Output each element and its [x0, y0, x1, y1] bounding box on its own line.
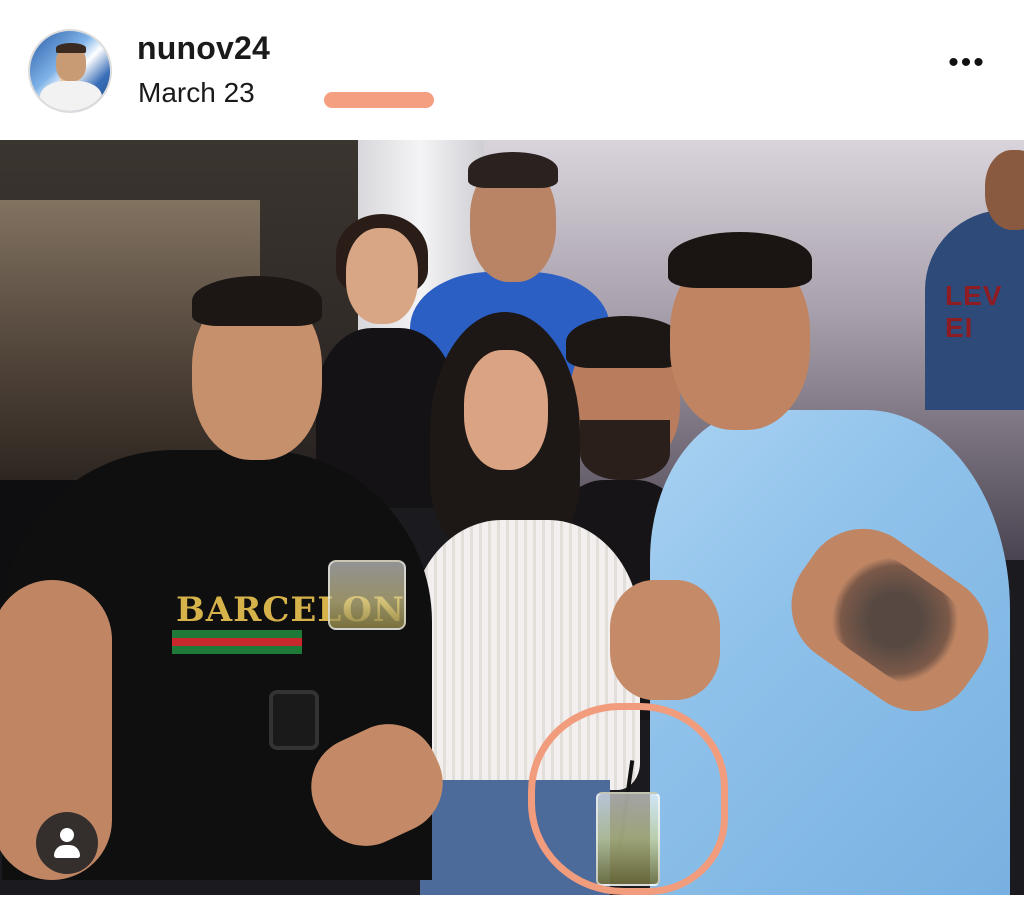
- thumbs-up-hand: [610, 580, 720, 700]
- redaction-mark: [324, 92, 434, 108]
- shirt-stripe-green: [172, 630, 302, 638]
- avatar-body: [40, 81, 102, 111]
- highlight-circle-annotation: [528, 703, 728, 895]
- person-face: [464, 350, 548, 470]
- user-tag-head: [60, 828, 74, 842]
- person-face: [346, 228, 418, 324]
- user-tag-icon[interactable]: [36, 812, 98, 874]
- avatar-hair: [56, 43, 86, 53]
- post-header: nunov24 March 23 •••: [0, 0, 1024, 140]
- person-hair: [566, 316, 684, 368]
- person-hair: [668, 232, 812, 288]
- shirt-stripe-green-2: [172, 646, 302, 654]
- profile-avatar[interactable]: [28, 29, 112, 113]
- jersey-text: LEV EI: [945, 280, 1003, 343]
- drink-glass-left: [328, 560, 406, 630]
- person-hair: [192, 276, 322, 326]
- person-beard: [580, 420, 670, 480]
- shirt-stripe-red: [172, 638, 302, 646]
- person-hair: [468, 152, 558, 188]
- more-options-icon[interactable]: •••: [944, 48, 990, 78]
- username[interactable]: nunov24: [137, 30, 270, 67]
- wristwatch: [269, 690, 319, 750]
- post-photo[interactable]: LEV EI BARCELON: [0, 140, 1024, 895]
- post-date: March 23: [138, 77, 255, 108]
- user-tag-body: [54, 845, 80, 858]
